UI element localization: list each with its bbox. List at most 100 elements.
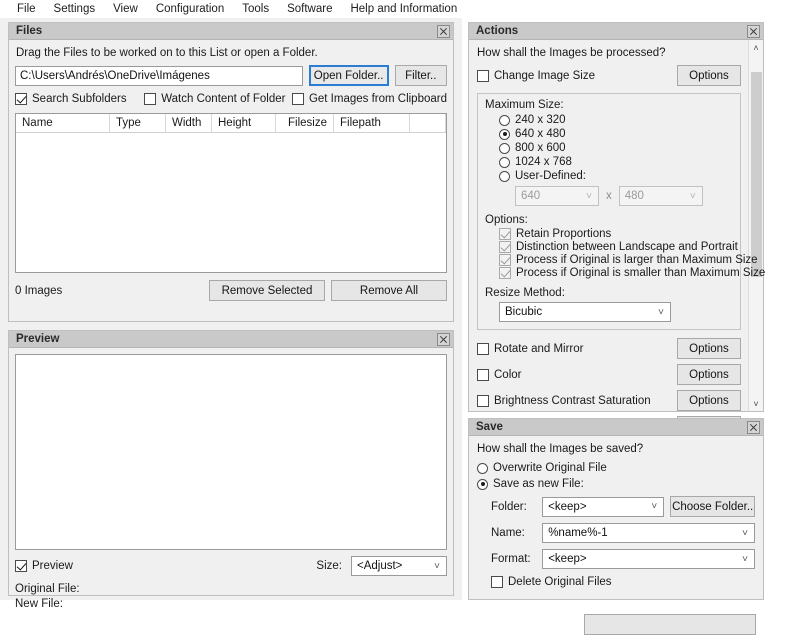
column-header-height[interactable]: Height: [212, 114, 276, 132]
menu-item-view[interactable]: View: [104, 2, 147, 17]
rotate-mirror-options-button[interactable]: Options: [677, 338, 741, 359]
get-images-clipboard-checkbox[interactable]: Get Images from Clipboard: [292, 93, 447, 105]
menu-bar: File Settings View Configuration Tools S…: [0, 0, 800, 18]
close-icon[interactable]: [437, 333, 450, 346]
path-row: Open Folder.. Filter..: [15, 65, 447, 86]
preview-panel: Preview Preview Size: <Adjust> ˅: [8, 330, 454, 596]
user-width-select[interactable]: 640 ˅: [515, 186, 599, 206]
watch-content-label: Watch Content of Folder: [161, 93, 285, 105]
checkbox-icon: [477, 343, 489, 355]
column-header-spare[interactable]: [410, 114, 446, 132]
menu-item-tools[interactable]: Tools: [233, 2, 278, 17]
preview-enable-checkbox[interactable]: Preview: [15, 560, 73, 572]
files-footer: 0 Images Remove Selected Remove All: [15, 280, 447, 301]
checkbox-icon: [15, 560, 27, 572]
checkbox-icon: [499, 267, 511, 279]
change-image-size-checkbox[interactable]: Change Image Size: [477, 70, 677, 82]
actions-panel-titlebar: Actions: [469, 23, 763, 40]
name-row: Name: %name%-1 ˅: [491, 523, 755, 543]
radio-800x600-label: 800 x 600: [515, 142, 566, 154]
column-header-name[interactable]: Name: [16, 114, 110, 132]
menu-item-software[interactable]: Software: [278, 2, 341, 17]
checkbox-icon: [499, 228, 511, 240]
user-width-value: 640: [521, 190, 580, 202]
radio-user-defined[interactable]: User-Defined:: [499, 170, 733, 182]
preview-panel-title: Preview: [16, 333, 437, 345]
name-select[interactable]: %name%-1 ˅: [542, 523, 755, 543]
process-larger-checkbox[interactable]: Process if Original is larger than Maxim…: [499, 254, 733, 266]
chevron-down-icon: ˅: [645, 501, 663, 512]
folder-path-input[interactable]: [15, 66, 303, 86]
files-list[interactable]: Name Type Width Height Filesize Filepath: [15, 113, 447, 273]
preview-image-area[interactable]: [15, 354, 447, 550]
close-icon[interactable]: [747, 421, 760, 434]
folder-select[interactable]: <keep> ˅: [542, 497, 664, 517]
radio-1024x768[interactable]: 1024 x 768: [499, 156, 733, 168]
change-image-size-options-button[interactable]: Options: [677, 65, 741, 86]
preview-size-value: <Adjust>: [357, 560, 428, 572]
checkbox-icon: [499, 241, 511, 253]
left-column: Files Drag the Files to be worked on to …: [0, 18, 462, 600]
radio-640x480[interactable]: 640 x 480: [499, 128, 733, 140]
save-panel-body: How shall the Images be saved? Overwrite…: [469, 436, 763, 595]
save-panel: Save How shall the Images be saved? Over…: [468, 418, 764, 600]
radio-800x600[interactable]: 800 x 600: [499, 142, 733, 154]
actions-panel-title: Actions: [476, 25, 747, 37]
radio-1024x768-label: 1024 x 768: [515, 156, 572, 168]
retain-proportions-checkbox[interactable]: Retain Proportions: [499, 228, 733, 240]
files-panel: Files Drag the Files to be worked on to …: [8, 22, 454, 322]
column-header-type[interactable]: Type: [110, 114, 166, 132]
user-height-value: 480: [625, 190, 684, 202]
watch-content-checkbox[interactable]: Watch Content of Folder: [144, 93, 292, 105]
color-options-button[interactable]: Options: [677, 364, 741, 385]
brightness-checkbox[interactable]: Brightness Contrast Saturation: [477, 395, 677, 407]
landscape-portrait-checkbox[interactable]: Distinction between Landscape and Portra…: [499, 241, 733, 253]
format-select[interactable]: <keep> ˅: [542, 549, 755, 569]
preview-enable-label: Preview: [32, 560, 73, 572]
format-value: <keep>: [548, 553, 736, 565]
remove-all-button[interactable]: Remove All: [331, 280, 447, 301]
search-subfolders-checkbox[interactable]: Search Subfolders: [15, 93, 144, 105]
change-image-size-row: Change Image Size Options: [477, 65, 741, 86]
menu-item-help[interactable]: Help and Information: [341, 2, 466, 17]
color-checkbox[interactable]: Color: [477, 369, 677, 381]
save-as-new-label: Save as new File:: [493, 478, 584, 490]
resize-method-select[interactable]: Bicubic ˅: [499, 302, 671, 322]
radio-icon: [499, 143, 510, 154]
column-header-width[interactable]: Width: [166, 114, 212, 132]
column-header-filepath[interactable]: Filepath: [334, 114, 410, 132]
rotate-mirror-checkbox[interactable]: Rotate and Mirror: [477, 343, 677, 355]
radio-240x320[interactable]: 240 x 320: [499, 114, 733, 126]
chevron-down-icon: ˅: [736, 554, 754, 565]
filter-button[interactable]: Filter..: [395, 65, 448, 86]
radio-icon: [499, 171, 510, 182]
menu-item-configuration[interactable]: Configuration: [147, 2, 233, 17]
brightness-options-button[interactable]: Options: [677, 390, 741, 411]
files-panel-titlebar: Files: [9, 23, 453, 40]
application-workspace: Files Drag the Files to be worked on to …: [0, 18, 800, 600]
chevron-down-icon: ˅: [736, 528, 754, 539]
chevron-down-icon: ˅: [684, 191, 702, 202]
overwrite-original-radio[interactable]: Overwrite Original File: [477, 462, 755, 474]
size-times-label: x: [606, 190, 612, 202]
menu-item-settings[interactable]: Settings: [45, 2, 105, 17]
choose-folder-button[interactable]: Choose Folder..: [670, 496, 755, 517]
process-smaller-checkbox[interactable]: Process if Original is smaller than Maxi…: [499, 267, 733, 279]
open-folder-button[interactable]: Open Folder..: [309, 65, 389, 86]
process-larger-label: Process if Original is larger than Maxim…: [516, 254, 758, 266]
close-icon[interactable]: [747, 25, 760, 38]
actions-panel-body: How shall the Images be processed? Chang…: [469, 40, 763, 443]
column-header-filesize[interactable]: Filesize: [276, 114, 334, 132]
menu-item-file[interactable]: File: [8, 2, 45, 17]
close-icon[interactable]: [437, 25, 450, 38]
resize-options-label: Options:: [485, 214, 733, 226]
name-label: Name:: [491, 527, 542, 539]
remove-selected-button[interactable]: Remove Selected: [209, 280, 325, 301]
delete-original-checkbox[interactable]: Delete Original Files: [491, 576, 755, 588]
files-instruction: Drag the Files to be worked on to this L…: [16, 47, 447, 59]
user-height-select[interactable]: 480 ˅: [619, 186, 703, 206]
save-as-new-radio[interactable]: Save as new File:: [477, 478, 755, 490]
clipped-bottom-button[interactable]: [584, 614, 756, 635]
preview-size-select[interactable]: <Adjust> ˅: [351, 556, 447, 576]
save-question: How shall the Images be saved?: [477, 443, 755, 455]
